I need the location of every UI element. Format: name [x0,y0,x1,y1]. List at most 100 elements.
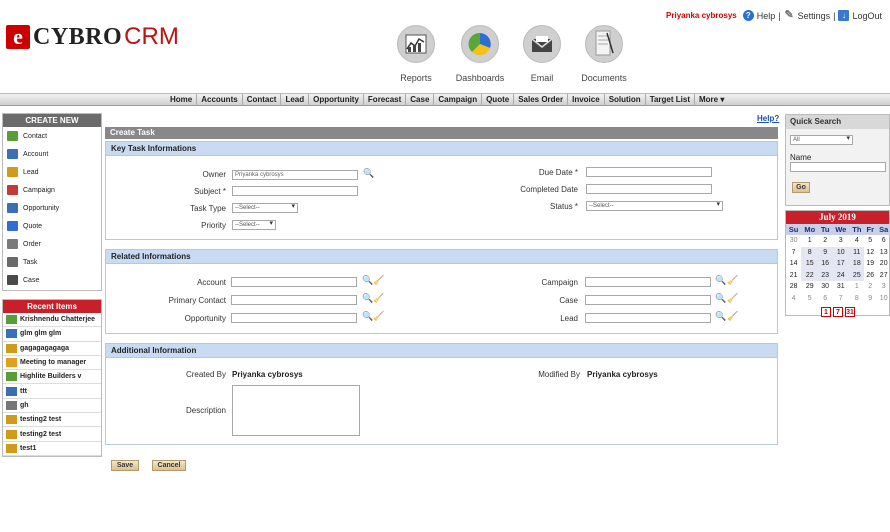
calendar-day[interactable]: 30 [818,281,832,293]
recent-item[interactable]: Meeting to manager [3,356,101,371]
calendar-day[interactable]: 3 [876,281,890,293]
nav-item[interactable]: Opportunity [309,94,364,106]
calendar-day[interactable]: 21 [786,270,801,282]
calendar-day[interactable]: 3 [832,235,850,247]
create-new-item[interactable]: Account [3,145,101,163]
calendar-day[interactable]: 12 [864,247,876,259]
campaign-lookup-icon[interactable]: 🔍 [715,275,726,285]
recent-item[interactable]: gh [3,399,101,414]
create-new-item[interactable]: Campaign [3,181,101,199]
nav-item[interactable]: Contact [243,94,282,106]
calendar-day[interactable]: 27 [876,270,890,282]
recent-item[interactable]: testing2 test [3,427,101,442]
recent-item[interactable]: test1 [3,442,101,456]
calendar-nav-button[interactable]: 7 [833,307,843,317]
nav-item[interactable]: Forecast [364,94,407,106]
opportunity-lookup-icon[interactable]: 🔍 [362,311,373,321]
calendar-day[interactable]: 16 [818,258,832,270]
email-app[interactable]: Email [511,25,573,83]
calendar-day[interactable]: 10 [876,293,890,305]
logo[interactable]: e CYBRO CRM [6,23,179,50]
recent-item[interactable]: gagagagagaga [3,342,101,356]
quick-search-module-select[interactable]: All [790,135,853,145]
calendar-nav-button[interactable]: 1 [821,307,831,317]
calendar-day[interactable]: 1 [850,281,865,293]
calendar-day[interactable]: 20 [876,258,890,270]
case-field[interactable] [585,295,711,305]
logout-icon[interactable]: ↓ [838,10,850,21]
primary-contact-lookup-icon[interactable]: 🔍 [362,293,373,303]
calendar-day[interactable]: 28 [786,281,801,293]
recent-item[interactable]: testing2 test [3,413,101,428]
nav-item[interactable]: Invoice [568,94,605,106]
create-new-item[interactable]: Task [3,253,101,271]
recent-item[interactable]: glm glm glm [3,327,101,342]
recent-item[interactable]: ttt [3,384,101,399]
opportunity-clear-icon[interactable]: 🧹 [373,311,384,321]
case-clear-icon[interactable]: 🧹 [727,293,738,303]
calendar-day[interactable]: 22 [801,269,819,281]
calendar-day[interactable]: 25 [849,269,865,281]
account-field[interactable] [231,277,357,287]
logout-link[interactable]: LogOut [852,11,882,21]
create-new-item[interactable]: Case [3,271,101,289]
reports-app[interactable]: Reports [385,25,447,83]
calendar-day[interactable]: 13 [876,247,890,259]
description-textarea[interactable] [232,385,360,436]
calendar-day[interactable]: 9 [864,293,876,305]
calendar-day[interactable]: 17 [831,258,850,270]
create-new-item[interactable]: Contact [3,127,101,145]
owner-lookup-icon[interactable]: 🔍 [363,168,374,178]
create-new-item[interactable]: Order [3,235,101,253]
calendar-day[interactable]: 14 [786,258,801,270]
nav-item[interactable]: Case [406,94,435,106]
calendar-day[interactable]: 8 [801,246,819,258]
account-clear-icon[interactable]: 🧹 [373,275,384,285]
primary-contact-clear-icon[interactable]: 🧹 [373,293,384,303]
dashboards-app[interactable]: Dashboards [449,25,511,83]
nav-item[interactable]: Accounts [197,94,243,106]
calendar-day[interactable]: 23 [818,269,832,281]
recent-item[interactable]: Highlite Builders v [3,370,101,385]
calendar-day[interactable]: 10 [831,246,850,258]
calendar-day[interactable]: 9 [818,246,832,258]
settings-link[interactable]: Settings [798,11,831,21]
calendar-day[interactable]: 7 [786,247,801,259]
help-link[interactable]: Help [757,11,776,21]
settings-icon[interactable]: ✎ [784,10,795,21]
calendar-day[interactable]: 6 [818,293,832,305]
nav-item[interactable]: Target List [646,94,695,106]
calendar-day[interactable]: 4 [786,293,801,305]
opportunity-field[interactable] [231,313,357,323]
campaign-field[interactable] [585,277,711,287]
nav-item[interactable]: Home [166,94,198,106]
calendar-day[interactable]: 5 [801,293,818,305]
account-lookup-icon[interactable]: 🔍 [362,275,373,285]
owner-field[interactable]: Priyanka cybrosys [232,170,358,180]
calendar-day[interactable]: 19 [864,258,876,270]
nav-item[interactable]: Solution [605,94,646,106]
help-link-main[interactable]: Help? [757,114,779,123]
calendar-day[interactable]: 6 [876,235,890,247]
status-select[interactable]: --Select-- [586,201,723,211]
save-button[interactable]: Save [111,460,139,471]
create-new-item[interactable]: Quote [3,217,101,235]
task-type-select[interactable]: --Select-- [232,203,298,213]
due-date-field[interactable] [586,167,712,177]
calendar-day[interactable]: 26 [864,270,876,282]
go-button[interactable]: Go [792,182,810,193]
calendar-day[interactable]: 2 [818,235,832,247]
lead-clear-icon[interactable]: 🧹 [727,311,738,321]
calendar-day[interactable]: 31 [832,281,850,293]
nav-item[interactable]: Quote [482,94,515,106]
calendar-day[interactable]: 29 [801,281,818,293]
completed-date-field[interactable] [586,184,712,194]
calendar-day[interactable]: 2 [864,281,876,293]
priority-select[interactable]: --Select-- [232,220,276,230]
create-new-item[interactable]: Lead [3,163,101,181]
primary-contact-field[interactable] [231,295,357,305]
nav-item[interactable]: Campaign [434,94,483,106]
help-icon[interactable]: ? [742,10,754,21]
subject-field[interactable] [232,186,358,196]
nav-item[interactable]: Lead [281,94,310,106]
